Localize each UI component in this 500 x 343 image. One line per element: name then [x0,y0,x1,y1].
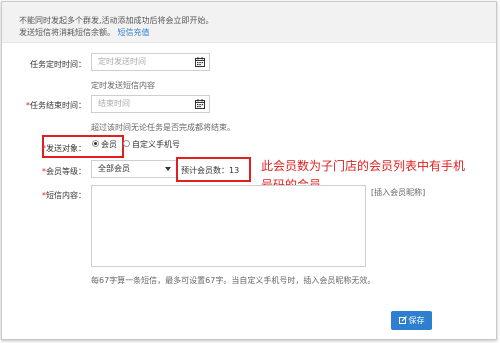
send-target-label: *发送对象： [2,143,86,154]
save-button-label: 保存 [408,316,425,325]
notice-line-1: 不能同时发起多个群发,活动添加成功后将会立即开始。 [19,16,214,25]
radio-custom-phone-label[interactable]: 自定义手机号 [132,139,180,150]
estimated-member-count: 预计会员数：13 [181,166,240,175]
calendar-icon[interactable] [195,57,205,67]
save-button[interactable]: 保存 [391,311,432,330]
radio-member[interactable] [92,140,99,147]
member-level-label: *会员等级： [2,166,86,177]
end-time-input[interactable]: 结束时间 [91,95,210,113]
annotation-line-1: 此会员数为子门店的会员列表中有手机 [261,159,466,173]
notice-line-2: 发送短信将消耗短信余额。 短信充值 [19,27,150,38]
edit-icon [398,316,407,324]
sms-content-label: *短信内容： [2,190,86,201]
send-target-label-text: 发送对象： [46,144,86,153]
end-time-label: *任务结束时间： [2,100,86,111]
sms-content-textarea[interactable] [91,185,366,267]
radio-custom-phone[interactable] [123,140,130,147]
schedule-time-label: 任务定时时间： [30,60,86,69]
calendar-icon[interactable] [195,99,205,109]
schedule-time-hint: 定时发送短信内容 [91,81,155,90]
schedule-time-placeholder: 定时发送时间 [98,57,146,66]
radio-member-label[interactable]: 会员 [101,139,117,150]
schedule-time-input[interactable]: 定时发送时间 [91,53,210,71]
chevron-down-icon [165,167,171,171]
end-time-hint: 超过该时间无论任务是否完成都将结束。 [91,123,235,132]
notice-bar: 不能同时发起多个群发,活动添加成功后将会立即开始。 发送短信将消耗短信余额。 短… [2,2,496,43]
member-level-selected: 全部会员 [98,164,130,173]
member-level-select[interactable]: 全部会员 [91,160,177,178]
recharge-link[interactable]: 短信充值 [118,28,150,37]
end-time-placeholder: 结束时间 [98,99,130,108]
sms-broadcast-panel: 不能同时发起多个群发,活动添加成功后将会立即开始。 发送短信将消耗短信余额。 短… [1,1,497,340]
notice-balance-text: 发送短信将消耗短信余额。 [19,28,115,37]
sms-content-label-text: 短信内容： [46,191,86,200]
member-level-label-text: 会员等级： [46,167,86,176]
sms-content-hint: 每67字算一条短信，最多可设置67字。当自定义手机号时，插入会员昵称无效。 [91,276,376,285]
insert-nickname-link[interactable]: [插入会员昵称] [371,187,425,198]
end-time-label-text: 任务结束时间： [30,101,86,110]
